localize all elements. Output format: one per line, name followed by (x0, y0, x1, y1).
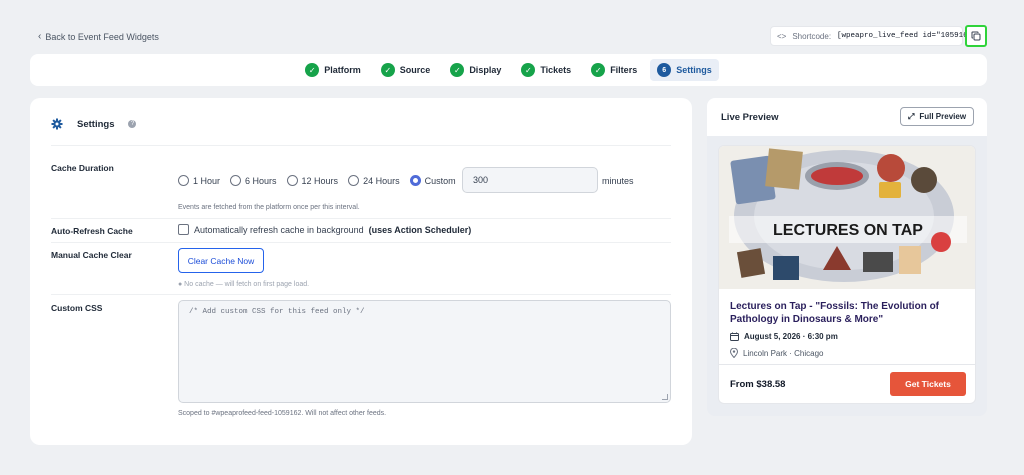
radio-6-hours[interactable]: 6 Hours (230, 175, 277, 186)
event-title[interactable]: Lectures on Tap - "Fossils: The Evolutio… (730, 300, 968, 326)
auto-refresh-label: Auto-Refresh Cache (51, 226, 133, 236)
divider (719, 364, 975, 365)
checkbox-bold-text: (uses Action Scheduler) (368, 224, 472, 235)
radio-circle (286, 175, 298, 186)
resize-handle[interactable] (662, 394, 668, 400)
event-date: August 5, 2026 · 6:30 pm (744, 332, 838, 341)
step-source[interactable]: ✓ Source (374, 59, 438, 81)
divider (51, 294, 671, 295)
divider (51, 242, 671, 243)
custom-css-label: Custom CSS (51, 303, 103, 313)
radio-24-hours[interactable]: 24 Hours (348, 175, 400, 186)
back-to-widgets-link[interactable]: ‹ Back to Event Feed Widgets (38, 31, 159, 42)
gear-icon (51, 118, 63, 130)
event-price: From $38.58 (730, 379, 786, 390)
check-icon: ✓ (305, 63, 320, 77)
radio-label: 12 Hours (301, 175, 339, 186)
radio-custom[interactable]: Custom (409, 175, 456, 186)
event-location: Lincoln Park · Chicago (743, 348, 824, 358)
event-image-text: LECTURES ON TAP (773, 222, 923, 239)
radio-circle (348, 175, 360, 186)
divider (51, 218, 671, 219)
manual-clear-label: Manual Cache Clear (51, 250, 132, 260)
copy-shortcode-button[interactable] (965, 25, 987, 47)
radio-circle (230, 175, 242, 186)
minutes-unit: minutes (602, 176, 634, 186)
step-label: Display (469, 65, 502, 75)
full-preview-button[interactable]: ⤢ Full Preview (900, 107, 974, 126)
radio-circle-selected (409, 175, 421, 186)
step-label: Source (399, 65, 431, 75)
cache-status-hint: ● No cache — will fetch on first page lo… (178, 281, 310, 288)
cache-duration-hint: Events are fetched from the platform onc… (178, 204, 360, 211)
step-label: Settings (676, 65, 712, 75)
settings-title: Settings (77, 118, 115, 130)
step-number: 6 (657, 63, 672, 77)
copy-icon (971, 31, 981, 41)
css-placeholder: /* Add custom CSS for this feed only */ (189, 308, 365, 316)
radio-label: 1 Hour (193, 175, 221, 186)
preview-title: Live Preview (721, 112, 779, 123)
check-icon: ✓ (450, 63, 465, 77)
calendar-icon (730, 332, 739, 341)
radio-label: Custom (424, 175, 456, 186)
chevron-left-icon: ‹ (38, 31, 42, 42)
check-icon: ✓ (521, 63, 536, 77)
step-label: Platform (324, 65, 361, 75)
shortcode-label: Shortcode: (792, 31, 832, 41)
radio-label: 24 Hours (363, 175, 400, 186)
full-preview-label: Full Preview (919, 112, 967, 121)
auto-refresh-checkbox[interactable]: Automatically refresh cache in backgroun… (178, 224, 471, 235)
radio-1-hour[interactable]: 1 Hour (178, 175, 220, 186)
custom-css-textarea[interactable]: /* Add custom CSS for this feed only */ (178, 300, 671, 403)
code-icon: <> (777, 31, 787, 41)
divider (51, 145, 671, 146)
event-date-row: August 5, 2026 · 6:30 pm (730, 332, 838, 341)
wizard-steps: ✓ Platform ✓ Source ✓ Display ✓ Tickets … (30, 54, 987, 86)
help-icon[interactable]: ? (128, 120, 137, 128)
checkbox-box[interactable] (178, 224, 189, 235)
radio-12-hours[interactable]: 12 Hours (286, 175, 339, 186)
back-link-label: Back to Event Feed Widgets (45, 31, 159, 42)
step-platform[interactable]: ✓ Platform (298, 59, 368, 81)
step-settings[interactable]: 6 Settings (650, 59, 719, 81)
check-icon: ✓ (380, 63, 395, 77)
step-label: Tickets (540, 65, 572, 75)
cache-duration-radios: 1 Hour 6 Hours 12 Hours 24 Hours Custom (178, 175, 456, 186)
clear-cache-button[interactable]: Clear Cache Now (178, 248, 264, 273)
shortcode-value[interactable]: [wpeapro_live_feed id="1059162"] (837, 32, 981, 40)
event-card[interactable]: LECTURES ON TAP Lectures on Tap - "Fossi… (718, 145, 976, 404)
cache-duration-label: Cache Duration (51, 163, 114, 173)
custom-css-hint: Scoped to #wpeaprofeed-feed-1059162. Wil… (178, 410, 387, 417)
custom-minutes-input[interactable]: 300 (462, 167, 598, 193)
event-image: LECTURES ON TAP (719, 146, 975, 289)
radio-label: 6 Hours (245, 175, 277, 186)
settings-header: Settings ? (51, 118, 137, 130)
checkbox-text: Automatically refresh cache in backgroun… (194, 224, 364, 235)
step-display[interactable]: ✓ Display (443, 59, 508, 81)
expand-icon: ⤢ (907, 111, 915, 121)
event-location-row: Lincoln Park · Chicago (730, 348, 823, 358)
get-tickets-button[interactable]: Get Tickets (890, 372, 966, 396)
step-label: Filters (610, 65, 638, 75)
step-tickets[interactable]: ✓ Tickets (514, 59, 578, 81)
check-icon: ✓ (591, 63, 606, 77)
step-filters[interactable]: ✓ Filters (584, 59, 644, 81)
live-preview-panel: Live Preview ⤢ Full Preview LECTURES ON … (707, 98, 987, 416)
shortcode-box: <> Shortcode: [wpeapro_live_feed id="105… (770, 26, 981, 46)
radio-circle (178, 175, 189, 186)
map-pin-icon (730, 348, 738, 358)
